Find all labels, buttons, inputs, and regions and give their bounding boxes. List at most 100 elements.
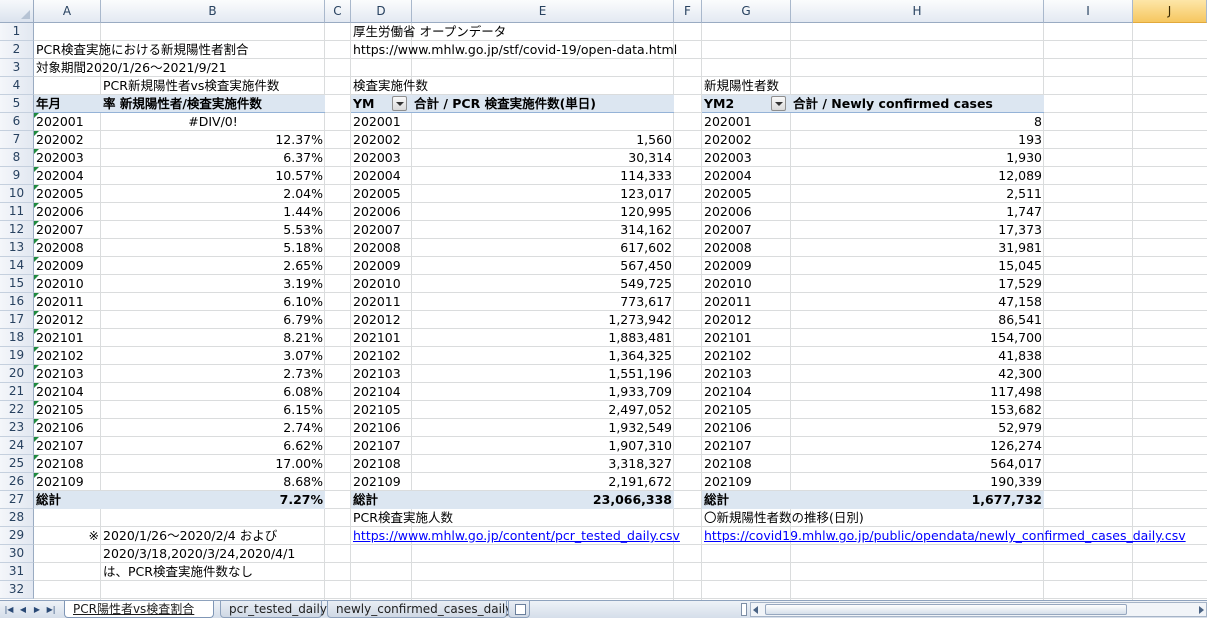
row-tests-value[interactable]: 1,273,942 — [412, 311, 674, 329]
row-cases-ym[interactable]: 202102 — [702, 347, 791, 365]
row-cases-value[interactable]: 193 — [791, 131, 1044, 149]
row-yearmonth[interactable]: 202001 — [34, 113, 101, 131]
filter-dropdown-icon[interactable] — [392, 96, 407, 111]
row-tests-ym[interactable]: 202109 — [351, 473, 412, 491]
row-header-13[interactable]: 13 — [0, 239, 34, 257]
tests-table-title[interactable]: 検査実施件数 — [351, 77, 430, 95]
row-yearmonth[interactable]: 202004 — [34, 167, 101, 185]
row-yearmonth[interactable]: 202010 — [34, 275, 101, 293]
row-cases-ym[interactable]: 202006 — [702, 203, 791, 221]
row-cases-ym[interactable]: 202003 — [702, 149, 791, 167]
row-cases-ym[interactable]: 202008 — [702, 239, 791, 257]
row-tests-ym[interactable]: 202108 — [351, 455, 412, 473]
row-cases-value[interactable]: 17,529 — [791, 275, 1044, 293]
select-all-corner[interactable] — [0, 0, 34, 23]
row-tests-ym[interactable]: 202104 — [351, 383, 412, 401]
sheet-tab-2[interactable]: newly_confirmed_cases_daily — [327, 601, 512, 618]
row-tests-value[interactable]: 1,883,481 — [412, 329, 674, 347]
row-header-21[interactable]: 21 — [0, 383, 34, 401]
row-header-30[interactable]: 30 — [0, 545, 34, 563]
row-cases-ym[interactable]: 202101 — [702, 329, 791, 347]
row-tests-ym[interactable]: 202102 — [351, 347, 412, 365]
row-tests-ym[interactable]: 202006 — [351, 203, 412, 221]
total-label-cases[interactable]: 総計 — [702, 491, 791, 509]
filter-dropdown-icon[interactable] — [771, 96, 786, 111]
row-cases-value[interactable]: 564,017 — [791, 455, 1044, 473]
row-yearmonth[interactable]: 202006 — [34, 203, 101, 221]
row-tests-value[interactable]: 3,318,327 — [412, 455, 674, 473]
row-tests-ym[interactable]: 202011 — [351, 293, 412, 311]
row-cases-value[interactable]: 1,930 — [791, 149, 1044, 167]
row-header-17[interactable]: 17 — [0, 311, 34, 329]
row-header-8[interactable]: 8 — [0, 149, 34, 167]
row-header-6[interactable]: 6 — [0, 113, 34, 131]
row-cases-ym[interactable]: 202010 — [702, 275, 791, 293]
note-line-1[interactable]: 2020/1/26～2020/2/4 および — [101, 527, 279, 545]
source-title[interactable]: 厚生労働省 オープンデータ — [351, 23, 508, 41]
row-rate[interactable]: 6.37% — [101, 149, 325, 167]
row-rate[interactable]: 5.53% — [101, 221, 325, 239]
row-tests-value[interactable]: 1,551,196 — [412, 365, 674, 383]
row-tests-value[interactable]: 1,560 — [412, 131, 674, 149]
row-header-15[interactable]: 15 — [0, 275, 34, 293]
row-cases-value[interactable]: 41,838 — [791, 347, 1044, 365]
row-tests-ym[interactable]: 202003 — [351, 149, 412, 167]
column-header-b[interactable]: B — [101, 0, 325, 23]
sheet-tab-1[interactable]: pcr_tested_daily — [220, 601, 327, 618]
row-tests-value[interactable]: 1,932,549 — [412, 419, 674, 437]
row-rate[interactable]: 6.62% — [101, 437, 325, 455]
total-cases[interactable]: 1,677,732 — [791, 491, 1044, 509]
scroll-thumb[interactable] — [765, 604, 1127, 615]
row-header-5[interactable]: 5 — [0, 95, 34, 113]
sheet-title[interactable]: PCR検査実施における新規陽性者割合 — [34, 41, 250, 59]
pcr-tested-label[interactable]: PCR検査実施人数 — [351, 509, 455, 527]
row-rate[interactable]: 3.19% — [101, 275, 325, 293]
row-cases-value[interactable]: 12,089 — [791, 167, 1044, 185]
row-tests-value[interactable]: 2,497,052 — [412, 401, 674, 419]
row-yearmonth[interactable]: 202106 — [34, 419, 101, 437]
column-header-c[interactable]: C — [325, 0, 351, 23]
row-yearmonth[interactable]: 202005 — [34, 185, 101, 203]
row-yearmonth[interactable]: 202108 — [34, 455, 101, 473]
row-header-1[interactable]: 1 — [0, 23, 34, 41]
row-tests-value[interactable]: 1,933,709 — [412, 383, 674, 401]
row-tests-value[interactable]: 617,602 — [412, 239, 674, 257]
row-rate[interactable]: 6.79% — [101, 311, 325, 329]
row-tests-value[interactable]: 1,364,325 — [412, 347, 674, 365]
col-header-rate[interactable]: 率 新規陽性者/検査実施件数 — [101, 95, 325, 113]
row-tests-value[interactable]: 1,907,310 — [412, 437, 674, 455]
row-cases-ym[interactable]: 202108 — [702, 455, 791, 473]
row-header-10[interactable]: 10 — [0, 185, 34, 203]
row-tests-ym[interactable]: 202007 — [351, 221, 412, 239]
row-header-9[interactable]: 9 — [0, 167, 34, 185]
row-yearmonth[interactable]: 202011 — [34, 293, 101, 311]
row-header-26[interactable]: 26 — [0, 473, 34, 491]
row-cases-ym[interactable]: 202109 — [702, 473, 791, 491]
row-cases-value[interactable]: 2,511 — [791, 185, 1044, 203]
row-cases-ym[interactable]: 202107 — [702, 437, 791, 455]
row-cases-ym[interactable]: 202007 — [702, 221, 791, 239]
row-yearmonth[interactable]: 202008 — [34, 239, 101, 257]
row-yearmonth[interactable]: 202007 — [34, 221, 101, 239]
row-cases-ym[interactable]: 202104 — [702, 383, 791, 401]
row-rate[interactable]: 6.08% — [101, 383, 325, 401]
row-yearmonth[interactable]: 202012 — [34, 311, 101, 329]
row-cases-ym[interactable]: 202005 — [702, 185, 791, 203]
total-rate[interactable]: 7.27% — [101, 491, 325, 509]
column-header-g[interactable]: G — [702, 0, 791, 23]
pivot-header-cases[interactable]: 合計 / Newly confirmed cases — [791, 95, 1044, 113]
sheet-tab-0[interactable]: PCR陽性者vs検査割合 — [64, 601, 214, 618]
row-tests-ym[interactable]: 202012 — [351, 311, 412, 329]
period-label[interactable]: 対象期間2020/1/26～2021/9/21 — [34, 59, 229, 77]
row-yearmonth[interactable]: 202107 — [34, 437, 101, 455]
row-yearmonth[interactable]: 202103 — [34, 365, 101, 383]
row-tests-ym[interactable]: 202008 — [351, 239, 412, 257]
spreadsheet-grid[interactable]: ABCDEFGHIJ 1 2 3 4 5 6 7 8 9 10 11 12 13 14 15 16 17 18 19… — [0, 0, 1207, 600]
newly-confirmed-label[interactable]: 〇新規陽性者数の推移(日別) — [702, 509, 866, 527]
column-header-d[interactable]: D — [351, 0, 412, 23]
row-yearmonth[interactable]: 202002 — [34, 131, 101, 149]
total-label-tests[interactable]: 総計 — [351, 491, 412, 509]
row-header-32[interactable]: 32 — [0, 581, 34, 599]
total-tests[interactable]: 23,066,338 — [412, 491, 674, 509]
pivot-header-tests[interactable]: 合計 / PCR 検査実施件数(単日) — [412, 95, 674, 113]
